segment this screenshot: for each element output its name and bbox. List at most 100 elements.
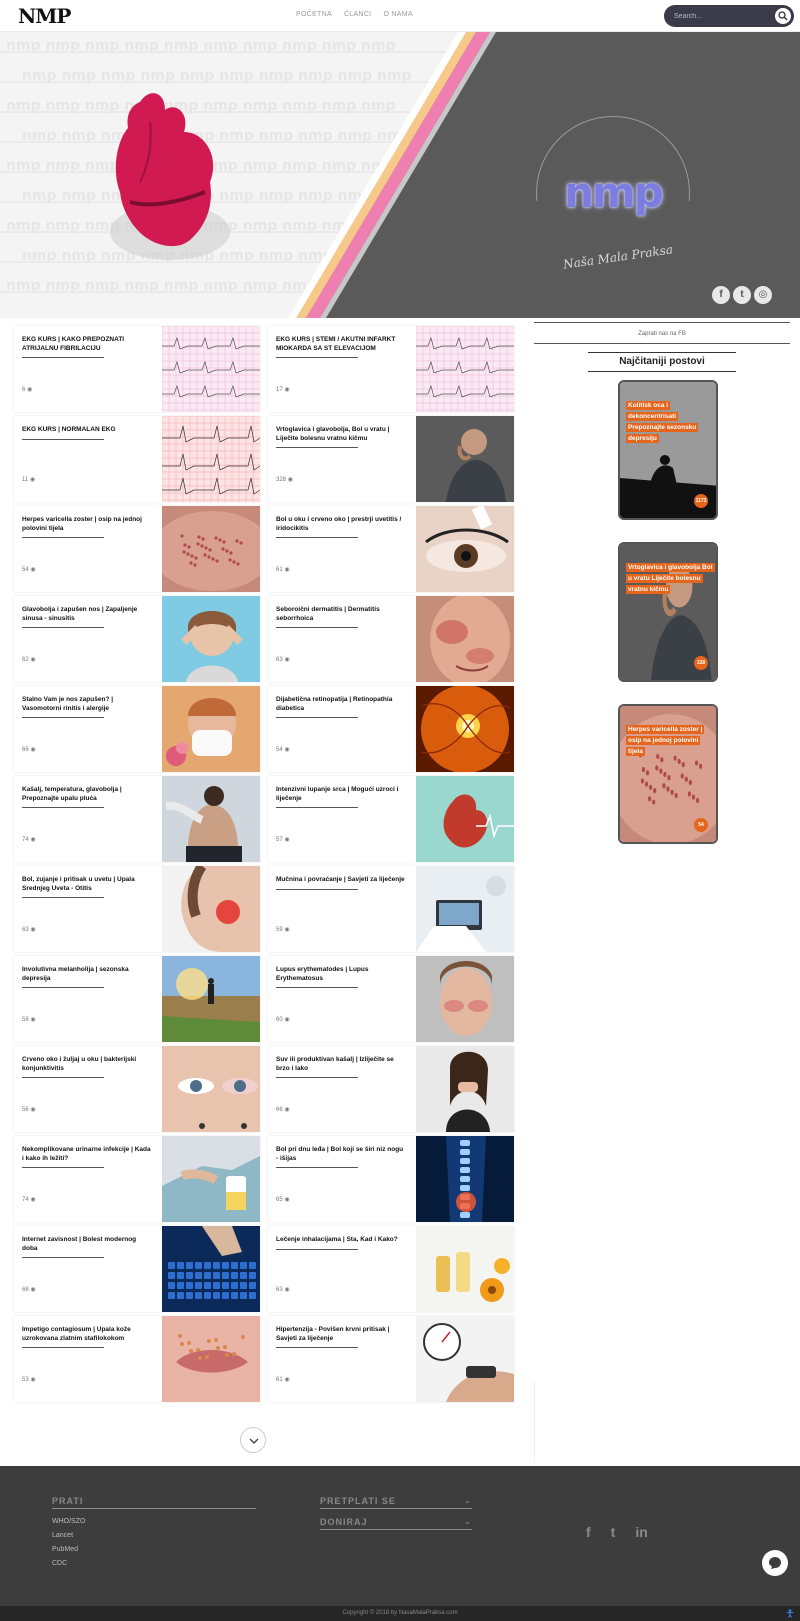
- post-thumbnail[interactable]: [162, 1136, 260, 1222]
- post-card[interactable]: Stalno Vam je nos zapušen? | Vasomotorni…: [14, 686, 260, 772]
- load-more-button[interactable]: [240, 1427, 266, 1453]
- post-card[interactable]: Internet zavisnost | Bolest modernog dob…: [14, 1226, 260, 1312]
- post-title[interactable]: Internet zavisnost | Bolest modernog dob…: [22, 1236, 152, 1253]
- instagram-icon[interactable]: ◎: [754, 286, 772, 304]
- post-title[interactable]: Herpes varicella zoster | osip na jednoj…: [22, 516, 152, 533]
- post-title[interactable]: Lupus erythematodes | Lupus Erythematosu…: [276, 966, 406, 983]
- post-card[interactable]: EKG KURS | STEMI / AKUTNI INFARKT MIOKAR…: [268, 326, 514, 412]
- post-card[interactable]: Dijabetična retinopatija | Retinopathia …: [268, 686, 514, 772]
- post-title[interactable]: Hipertenzija - Povišen krvni pritisak | …: [276, 1326, 406, 1343]
- post-card[interactable]: Nekomplikovane urinarne infekcije | Kada…: [14, 1136, 260, 1222]
- post-title[interactable]: Mučnina i povraćanje | Savjeti za liječe…: [276, 876, 406, 885]
- post-card[interactable]: Mučnina i povraćanje | Savjeti za liječe…: [268, 866, 514, 952]
- post-thumbnail[interactable]: [416, 416, 514, 502]
- post-title[interactable]: Lečenje inhalacijama | Šta, Kad i Kako?: [276, 1236, 406, 1245]
- post-thumbnail[interactable]: [162, 686, 260, 772]
- post-thumbnail[interactable]: [162, 416, 260, 502]
- post-card[interactable]: Bol u oku i crveno oko | prestrji uvetit…: [268, 506, 514, 592]
- post-thumbnail[interactable]: [416, 956, 514, 1042]
- post-card[interactable]: Impetigo contagiosum | Upala kože uzroko…: [14, 1316, 260, 1402]
- post-title[interactable]: Stalno Vam je nos zapušen? | Vasomotorni…: [22, 696, 152, 713]
- post-card[interactable]: EKG KURS | KAKO PREPOZNATI ATRIJALNU FIB…: [14, 326, 260, 412]
- post-title[interactable]: Kašalj, temperatura, glavobolja | Prepoz…: [22, 786, 152, 803]
- post-thumbnail[interactable]: [416, 506, 514, 592]
- post-card[interactable]: Glavobolja i zapušen nos | Zapaljenje si…: [14, 596, 260, 682]
- chat-widget-button[interactable]: [762, 1550, 788, 1576]
- search-input[interactable]: [674, 9, 764, 23]
- post-thumbnail[interactable]: [416, 1046, 514, 1132]
- linkedin-icon[interactable]: in: [635, 1524, 647, 1540]
- post-card[interactable]: EKG KURS | NORMALAN EKG 11 ◉: [14, 416, 260, 502]
- post-title[interactable]: Vrtoglavica i glavobolja, Bol u vratu | …: [276, 426, 406, 443]
- post-title-underline: [276, 1077, 358, 1078]
- twitter-icon[interactable]: t: [733, 286, 751, 304]
- footer-donate-toggle[interactable]: DONIRAJ ⌄: [320, 1517, 472, 1530]
- post-thumbnail[interactable]: [416, 326, 514, 412]
- popular-post-card[interactable]: Vrtoglavica i glavobolja Bol u vratu Lij…: [618, 542, 718, 682]
- post-title[interactable]: Bol u oku i crveno oko | prestrji uvetit…: [276, 516, 406, 533]
- post-card[interactable]: Intenzivni lupanje srca | Mogući uzroci …: [268, 776, 514, 862]
- footer-link-cdc[interactable]: CDC: [52, 1557, 256, 1571]
- post-title[interactable]: EKG KURS | KAKO PREPOZNATI ATRIJALNU FIB…: [22, 336, 152, 353]
- post-title[interactable]: Glavobolja i zapušen nos | Zapaljenje si…: [22, 606, 152, 623]
- post-thumbnail[interactable]: [416, 1136, 514, 1222]
- post-card[interactable]: Herpes varicella zoster | osip na jednoj…: [14, 506, 260, 592]
- post-thumbnail[interactable]: [162, 1316, 260, 1402]
- post-card[interactable]: Bol pri dnu leđa | Bol koji se širi niz …: [268, 1136, 514, 1222]
- post-thumbnail[interactable]: [416, 1226, 514, 1312]
- search-button[interactable]: [775, 8, 791, 24]
- twitter-icon[interactable]: t: [611, 1524, 616, 1540]
- post-title[interactable]: Bol pri dnu leđa | Bol koji se širi niz …: [276, 1146, 406, 1163]
- post-thumbnail[interactable]: [162, 326, 260, 412]
- post-thumbnail[interactable]: [162, 956, 260, 1042]
- post-card[interactable]: Vrtoglavica i glavobolja, Bol u vratu | …: [268, 416, 514, 502]
- post-title[interactable]: EKG KURS | STEMI / AKUTNI INFARKT MIOKAR…: [276, 336, 406, 353]
- post-card[interactable]: Crveno oko i žuljaj u oku | bakterijski …: [14, 1046, 260, 1132]
- post-thumbnail[interactable]: [162, 596, 260, 682]
- post-title[interactable]: Seboroični dermatitis | Dermatitis sebor…: [276, 606, 406, 623]
- post-title[interactable]: Involutivna melanholija | sezonska depre…: [22, 966, 152, 983]
- post-card[interactable]: Bol, zujanje i pritisak u uvetu | Upala …: [14, 866, 260, 952]
- nav-articles-link[interactable]: ČLANCI: [344, 11, 371, 18]
- post-thumbnail[interactable]: [416, 776, 514, 862]
- post-thumbnail[interactable]: [416, 866, 514, 952]
- post-title[interactable]: Impetigo contagiosum | Upala kože uzroko…: [22, 1326, 152, 1343]
- popular-post-card[interactable]: Herpes varicella zoster | osip na jednoj…: [618, 704, 718, 844]
- footer-link-pubmed[interactable]: PubMed: [52, 1543, 256, 1557]
- post-thumbnail[interactable]: [162, 776, 260, 862]
- post-thumbnail[interactable]: [162, 506, 260, 592]
- footer-link-who[interactable]: WHO/SZO: [52, 1515, 256, 1529]
- post-title[interactable]: Intenzivni lupanje srca | Mogući uzroci …: [276, 786, 406, 803]
- footer: PRATI WHO/SZO Lancet PubMed CDC PRETPLAT…: [0, 1466, 800, 1606]
- facebook-icon[interactable]: f: [586, 1524, 591, 1540]
- footer-link-lancet[interactable]: Lancet: [52, 1529, 256, 1543]
- post-thumbnail[interactable]: [162, 866, 260, 952]
- post-title[interactable]: Nekomplikovane urinarne infekcije | Kada…: [22, 1146, 152, 1163]
- post-card[interactable]: Hipertenzija - Povišen krvni pritisak | …: [268, 1316, 514, 1402]
- post-title[interactable]: Crveno oko i žuljaj u oku | bakterijski …: [22, 1056, 152, 1073]
- sidebar-subscribe[interactable]: Zaprati nas na FB: [534, 322, 790, 344]
- popular-post-card[interactable]: Kolitisk oca i dekoncentrisati Prepoznaj…: [618, 380, 718, 520]
- post-thumbnail[interactable]: [162, 1226, 260, 1312]
- post-card[interactable]: Suv ili produktivan kašalj | Izliječite …: [268, 1046, 514, 1132]
- facebook-icon[interactable]: f: [712, 286, 730, 304]
- post-card[interactable]: Seboroični dermatitis | Dermatitis sebor…: [268, 596, 514, 682]
- post-title[interactable]: EKG KURS | NORMALAN EKG: [22, 426, 152, 435]
- footer-subscribe-toggle[interactable]: PRETPLATI SE ⌄: [320, 1496, 472, 1509]
- post-thumbnail[interactable]: [162, 1046, 260, 1132]
- post-card[interactable]: Involutivna melanholija | sezonska depre…: [14, 956, 260, 1042]
- post-card[interactable]: Lečenje inhalacijama | Šta, Kad i Kako? …: [268, 1226, 514, 1312]
- nav-about-link[interactable]: O NAMA: [383, 11, 412, 18]
- post-title[interactable]: Suv ili produktivan kašalj | Izliječite …: [276, 1056, 406, 1073]
- nav-home-link[interactable]: POČETNA: [296, 11, 332, 18]
- post-title[interactable]: Dijabetična retinopatija | Retinopathia …: [276, 696, 406, 713]
- post-thumbnail[interactable]: [416, 596, 514, 682]
- post-card[interactable]: Kašalj, temperatura, glavobolja | Prepoz…: [14, 776, 260, 862]
- site-logo[interactable]: NMP: [18, 4, 71, 28]
- post-card[interactable]: Lupus erythematodes | Lupus Erythematosu…: [268, 956, 514, 1042]
- popular-post-count: 328: [694, 656, 708, 670]
- post-thumbnail[interactable]: [416, 1316, 514, 1402]
- post-thumbnail[interactable]: [416, 686, 514, 772]
- post-title[interactable]: Bol, zujanje i pritisak u uvetu | Upala …: [22, 876, 152, 893]
- accessibility-icon[interactable]: [786, 1609, 794, 1618]
